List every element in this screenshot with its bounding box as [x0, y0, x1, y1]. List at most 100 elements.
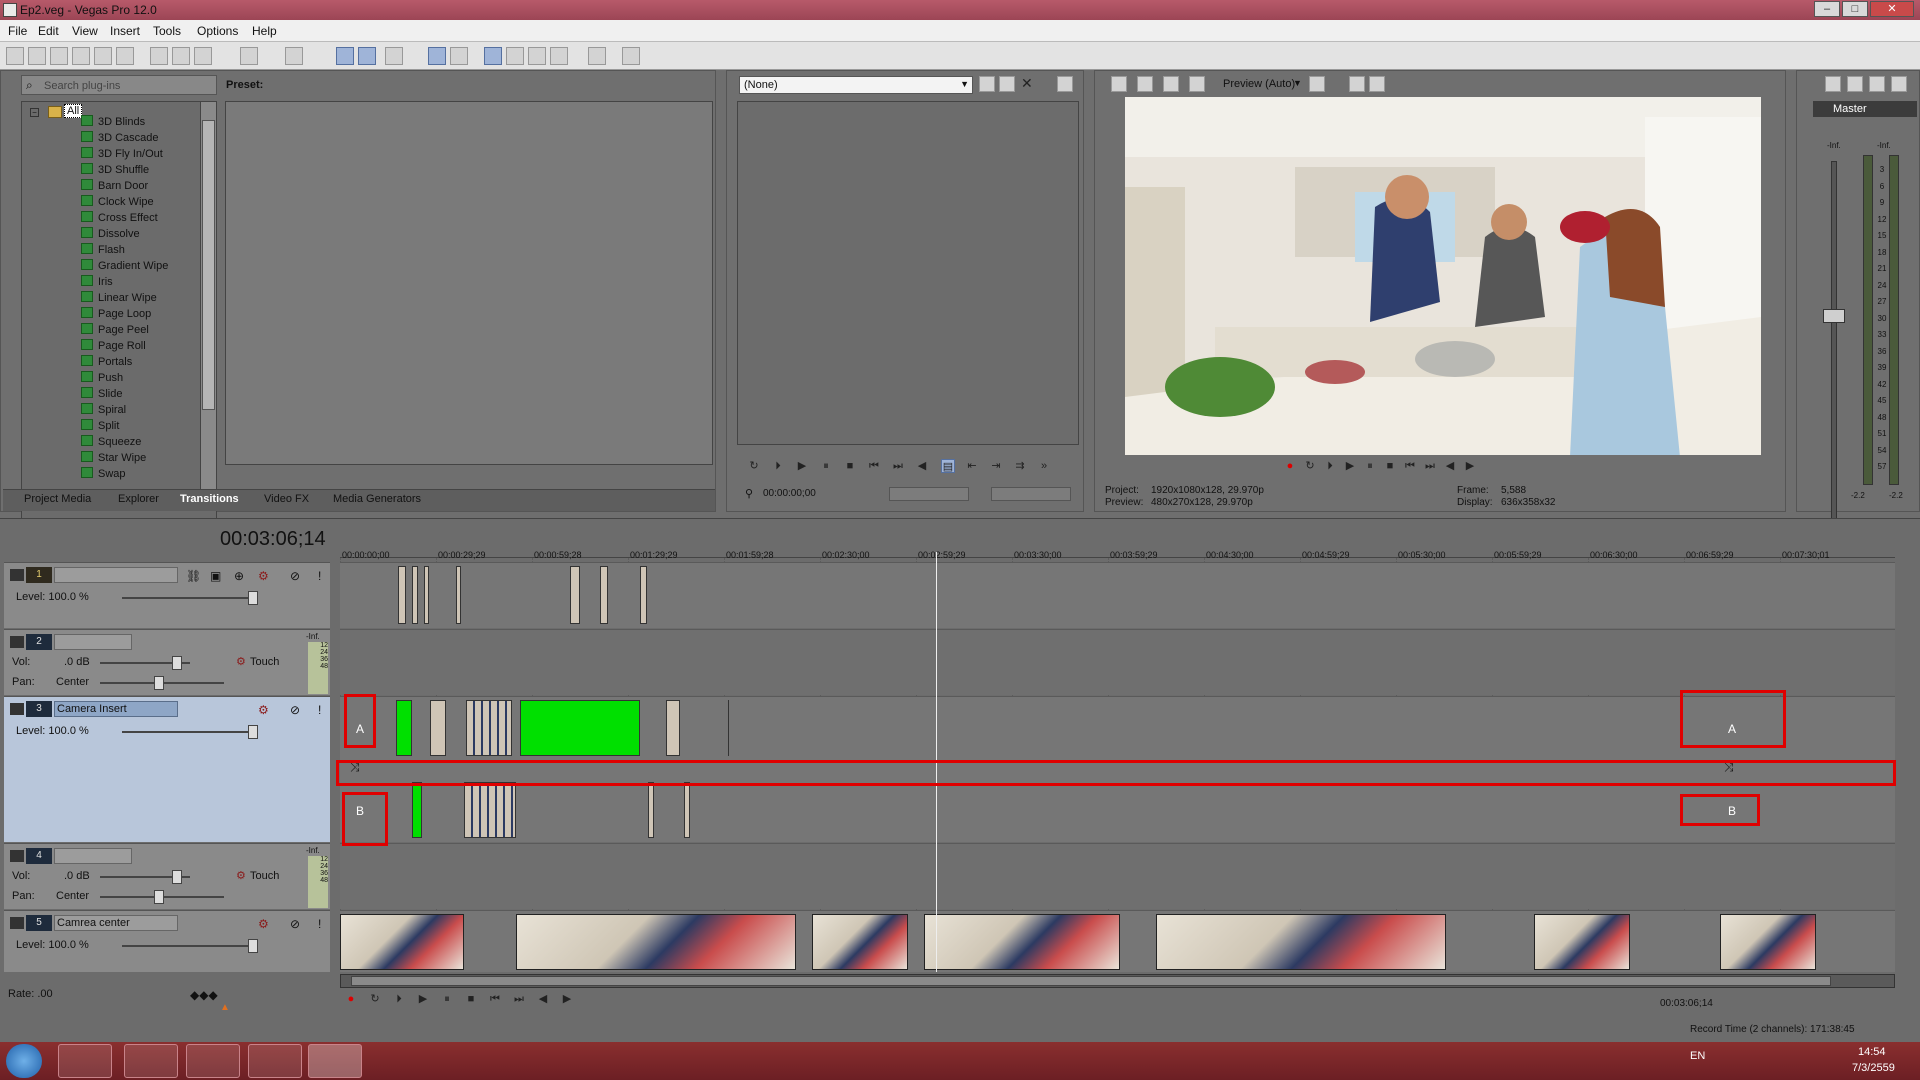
- transition-item[interactable]: Split: [81, 418, 119, 434]
- video-clip-thumbnail[interactable]: [1720, 914, 1816, 970]
- track-header-4[interactable]: 4 Vol: .0 dB ⚙ Touch Pan: Center -Inf. 1…: [4, 843, 330, 909]
- transition-item[interactable]: Flash: [81, 242, 125, 258]
- transition-item[interactable]: Clock Wipe: [81, 194, 154, 210]
- master-fader-handle[interactable]: [1823, 309, 1845, 323]
- photoshop-taskbar-icon[interactable]: [186, 1044, 240, 1078]
- track-name-2[interactable]: [54, 634, 132, 650]
- new-icon[interactable]: [6, 47, 24, 65]
- selection-tool-icon[interactable]: [385, 47, 403, 65]
- rate-slider-icon[interactable]: ◆◆◆: [190, 988, 218, 1002]
- pan-thumb-4[interactable]: [154, 890, 164, 904]
- tree-scroll-thumb[interactable]: [202, 120, 215, 410]
- track-settings-icon[interactable]: ⚙: [258, 917, 269, 931]
- ignore-grouping-icon[interactable]: [528, 47, 546, 65]
- transition-item[interactable]: Barn Door: [81, 178, 148, 194]
- previous-frame-icon[interactable]: ◀: [1443, 459, 1457, 473]
- clock-date[interactable]: 7/3/2559: [1852, 1062, 1895, 1074]
- track-level-slider-3[interactable]: [122, 731, 258, 733]
- tree-collapse-icon[interactable]: −: [30, 108, 39, 117]
- track-level-thumb-3[interactable]: [248, 725, 258, 739]
- track-solo-icon[interactable]: !: [318, 569, 321, 583]
- track-level-slider-1[interactable]: [122, 597, 258, 599]
- settings-icon[interactable]: [588, 47, 606, 65]
- track-expand-icon[interactable]: [10, 636, 24, 648]
- transition-item[interactable]: 3D Shuffle: [81, 162, 149, 178]
- minimize-button[interactable]: –: [1814, 1, 1840, 17]
- stop-icon[interactable]: ■: [843, 459, 857, 473]
- track-settings-icon[interactable]: ⚙: [258, 569, 269, 583]
- chrome-taskbar-icon[interactable]: [124, 1044, 178, 1078]
- timeline-clip[interactable]: [640, 566, 647, 624]
- split-screen-icon[interactable]: [1189, 76, 1205, 92]
- timeline-clip[interactable]: [648, 782, 654, 838]
- start-button[interactable]: [6, 1044, 42, 1078]
- transition-item[interactable]: Spiral: [81, 402, 126, 418]
- transition-item[interactable]: Slide: [81, 386, 122, 402]
- transition-item[interactable]: Linear Wipe: [81, 290, 157, 306]
- lock-envelopes-icon[interactable]: [506, 47, 524, 65]
- track-header-2[interactable]: 2 Vol: .0 dB ⚙ Touch Pan: Center -Inf. 1…: [4, 629, 330, 695]
- master-props-icon[interactable]: [1825, 76, 1841, 92]
- trimmer-external-icon[interactable]: [1057, 76, 1073, 92]
- transition-item[interactable]: Squeeze: [81, 434, 141, 450]
- transition-item[interactable]: Gradient Wipe: [81, 258, 168, 274]
- track-composite-icon[interactable]: ⊕: [234, 569, 244, 583]
- video-clip-thumbnail[interactable]: [924, 914, 1120, 970]
- play-from-start-icon[interactable]: ⏵: [1323, 459, 1337, 473]
- save-snapshot-icon[interactable]: [1369, 76, 1385, 92]
- external-monitor-icon[interactable]: [1137, 76, 1153, 92]
- track-name-3[interactable]: Camera Insert: [54, 701, 178, 717]
- redo-icon[interactable]: [285, 47, 303, 65]
- track-mute-icon[interactable]: ⊘: [290, 917, 300, 931]
- next-frame-icon[interactable]: ▶: [560, 992, 574, 1006]
- track-name-4[interactable]: [54, 848, 132, 864]
- pan-thumb-2[interactable]: [154, 676, 164, 690]
- timeline-clip-group[interactable]: [466, 700, 512, 756]
- menu-help[interactable]: Help: [252, 24, 277, 38]
- timeline-clip[interactable]: [398, 566, 406, 624]
- timeline-scrollbar[interactable]: [340, 974, 1895, 988]
- transition-item[interactable]: Push: [81, 370, 123, 386]
- transition-item[interactable]: Star Wipe: [81, 450, 146, 466]
- mark-out-icon[interactable]: ⇥: [989, 459, 1003, 473]
- tab-project-media[interactable]: Project Media: [24, 493, 91, 505]
- loop-icon[interactable]: ↻: [747, 459, 761, 473]
- track-expand-icon[interactable]: [10, 850, 24, 862]
- line-taskbar-icon[interactable]: [248, 1044, 302, 1078]
- next-frame-icon[interactable]: ⏭: [891, 459, 905, 473]
- transition-item[interactable]: Iris: [81, 274, 113, 290]
- menu-edit[interactable]: Edit: [38, 24, 59, 38]
- timeline-clip[interactable]: [456, 566, 461, 624]
- pause-icon[interactable]: ⏸: [440, 992, 454, 1006]
- trimmer-viewer[interactable]: [737, 101, 1079, 445]
- stop-icon[interactable]: ■: [464, 992, 478, 1006]
- transition-item[interactable]: Dissolve: [81, 226, 140, 242]
- pause-icon[interactable]: ⏸: [1363, 459, 1377, 473]
- downmix-icon[interactable]: [1847, 76, 1863, 92]
- timeline-scroll-thumb[interactable]: [351, 976, 1831, 986]
- transition-item[interactable]: Page Roll: [81, 338, 146, 354]
- transition-item[interactable]: Page Peel: [81, 322, 149, 338]
- overlays-icon[interactable]: [1309, 76, 1325, 92]
- vol-thumb-4[interactable]: [172, 870, 182, 884]
- track-header-3[interactable]: 3 Camera Insert Level: 100.0 % ⚙ ⊘ !: [4, 696, 330, 842]
- menu-view[interactable]: View: [72, 24, 98, 38]
- render-icon[interactable]: [94, 47, 112, 65]
- touch-mode-4[interactable]: Touch: [250, 870, 279, 882]
- save-as-icon[interactable]: [72, 47, 90, 65]
- timeline-clip[interactable]: [430, 700, 446, 756]
- video-clip-thumbnail[interactable]: [340, 914, 464, 970]
- timeline-clip[interactable]: [570, 566, 580, 624]
- menu-tools[interactable]: Tools: [153, 24, 181, 38]
- save-icon[interactable]: [50, 47, 68, 65]
- timeline-clip[interactable]: [684, 782, 690, 838]
- copy-icon[interactable]: [172, 47, 190, 65]
- go-to-end-icon[interactable]: ⏭: [1423, 459, 1437, 473]
- green-clip[interactable]: [396, 700, 412, 756]
- track-lane-4[interactable]: [340, 843, 1895, 909]
- paste-icon[interactable]: [194, 47, 212, 65]
- track-level-slider-5[interactable]: [122, 945, 258, 947]
- maximize-button[interactable]: □: [1842, 1, 1868, 17]
- timeline-clip[interactable]: [600, 566, 608, 624]
- track-header-1[interactable]: 1 Level: 100.0 % ⛓ ▣ ⊕ ⚙ ⊘ !: [4, 562, 330, 628]
